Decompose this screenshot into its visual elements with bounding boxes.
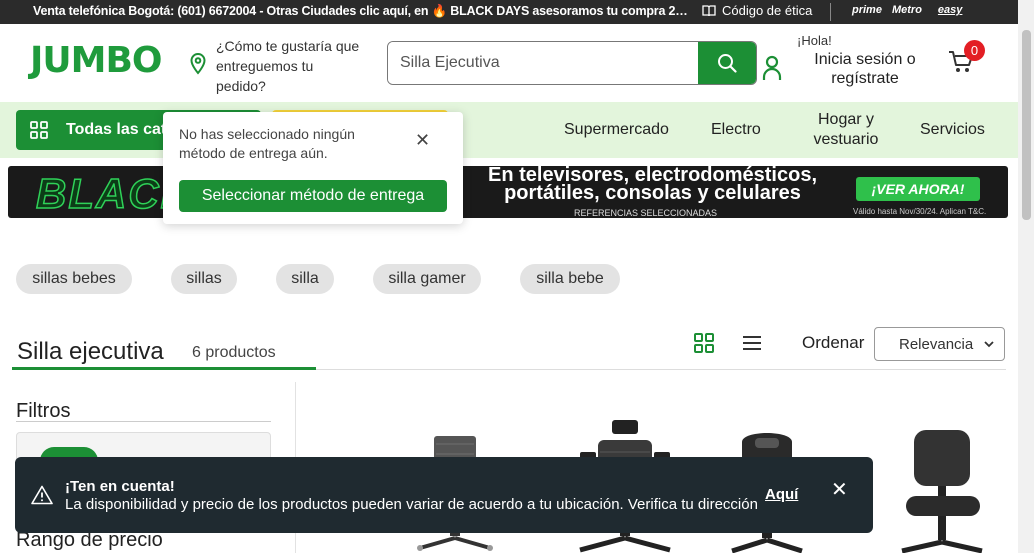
toast-close-icon[interactable]: ✕ bbox=[831, 477, 848, 502]
brand-easy[interactable]: easy bbox=[938, 4, 962, 16]
delivery-prompt: ¿Cómo te gustaría que entreguemos tu ped… bbox=[216, 38, 360, 94]
popover-close-icon[interactable]: ✕ bbox=[415, 130, 430, 151]
nav-electro[interactable]: Electro bbox=[711, 102, 761, 158]
banner-validity-note: Válido hasta Nov/30/24. Aplican T&C. bbox=[853, 207, 987, 216]
brand-metro[interactable]: Metro bbox=[892, 4, 922, 16]
nav-hogar-vestuario[interactable]: Hogar y vestuario bbox=[808, 102, 884, 158]
book-icon bbox=[702, 4, 716, 16]
signin-link[interactable]: Inicia sesión o regístrate bbox=[805, 50, 925, 88]
nav-supermercado[interactable]: Supermercado bbox=[564, 102, 669, 158]
sort-selected-value: Relevancia bbox=[899, 335, 974, 353]
user-icon[interactable] bbox=[762, 55, 782, 81]
ethics-code-link[interactable]: Código de ética bbox=[702, 3, 812, 18]
jumbo-logo[interactable]: JUMBO bbox=[30, 40, 162, 81]
sort-select[interactable]: Relevancia bbox=[874, 327, 1005, 361]
scrollbar-thumb[interactable] bbox=[1022, 30, 1031, 220]
toast-message: La disponibilidad y precio de los produc… bbox=[65, 496, 758, 513]
grid-icon bbox=[30, 121, 48, 139]
brand-prime[interactable]: prime bbox=[852, 4, 882, 16]
warning-icon bbox=[31, 485, 53, 505]
page-scrollbar[interactable] bbox=[1018, 0, 1034, 553]
location-notice-toast: ¡Ten en cuenta! La disponibilidad y prec… bbox=[15, 457, 873, 533]
black-days-banner[interactable]: BLACK En televisores, electrodomésticos,… bbox=[8, 166, 1008, 218]
topbar-divider bbox=[830, 3, 831, 21]
login-area[interactable]: ¡Hola! Inicia sesión o regístrate bbox=[797, 33, 925, 88]
top-bar: Venta telefónica Bogotá: (601) 6672004 -… bbox=[0, 0, 1018, 24]
delivery-selector[interactable]: ¿Cómo te gustaría que entreguemos tu ped… bbox=[190, 36, 366, 96]
chip-sillas-bebes[interactable]: sillas bebes bbox=[16, 264, 132, 294]
greeting: ¡Hola! bbox=[797, 33, 832, 48]
list-view-icon[interactable] bbox=[742, 335, 762, 351]
delivery-method-popover: No has seleccionado ningún método de ent… bbox=[163, 112, 463, 224]
filters-divider bbox=[16, 421, 271, 422]
chip-silla-gamer[interactable]: silla gamer bbox=[373, 264, 481, 294]
banner-cta-button[interactable]: ¡VER AHORA! bbox=[856, 177, 980, 201]
chevron-down-icon bbox=[984, 341, 994, 348]
banner-refs-note: REFERENCIAS SELECCIONADAS bbox=[574, 208, 718, 218]
partner-brands: prime Metro easy bbox=[852, 4, 962, 16]
toast-address-link[interactable]: Aquí bbox=[765, 486, 798, 503]
search-button[interactable] bbox=[698, 42, 756, 84]
location-pin-icon bbox=[190, 53, 206, 75]
search-bar bbox=[387, 41, 757, 85]
ethics-code-label: Código de ética bbox=[722, 3, 813, 18]
filters-title: Filtros bbox=[16, 400, 71, 422]
search-icon bbox=[718, 54, 737, 73]
phone-promo-link[interactable]: Venta telefónica Bogotá: (601) 6672004 -… bbox=[33, 4, 688, 19]
toast-title: ¡Ten en cuenta! bbox=[65, 478, 175, 495]
chip-silla-bebe[interactable]: silla bebe bbox=[520, 264, 620, 294]
product-image-4[interactable] bbox=[896, 426, 990, 553]
select-delivery-method-button[interactable]: Seleccionar método de entrega bbox=[179, 180, 447, 212]
cart-button[interactable]: 0 bbox=[948, 40, 985, 79]
sort-label: Ordenar bbox=[802, 333, 865, 352]
cart-count-badge: 0 bbox=[964, 40, 985, 61]
grid-view-icon[interactable] bbox=[694, 333, 714, 353]
results-count: 6 productos bbox=[192, 344, 276, 361]
chip-sillas[interactable]: sillas bbox=[171, 264, 237, 294]
results-title: Silla ejecutiva bbox=[17, 338, 164, 365]
results-title-underline bbox=[12, 367, 316, 370]
chip-silla[interactable]: silla bbox=[276, 264, 334, 294]
nav-servicios[interactable]: Servicios bbox=[920, 102, 985, 158]
popover-message: No has seleccionado ningún método de ent… bbox=[179, 126, 355, 161]
banner-headline: En televisores, electrodomésticos, portá… bbox=[487, 166, 818, 204]
search-input[interactable] bbox=[388, 42, 698, 84]
